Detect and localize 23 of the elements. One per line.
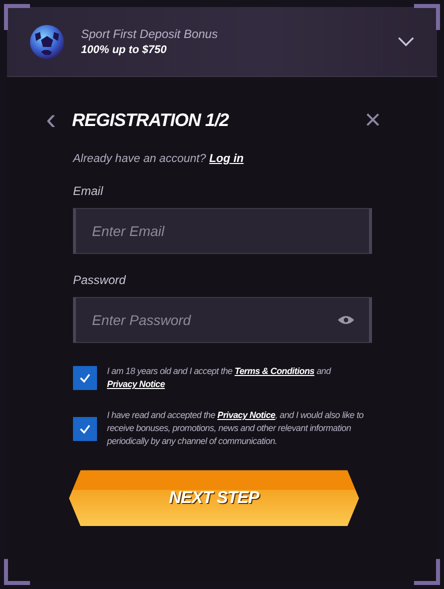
consent-link[interactable]: Privacy Notice: [107, 379, 165, 390]
field-label: Email: [73, 184, 104, 198]
back-button[interactable]: ‹: [37, 105, 65, 135]
consent-link[interactable]: Terms & Conditions: [234, 366, 314, 376]
checkbox[interactable]: [73, 366, 97, 390]
password-field[interactable]: Enter Password: [73, 297, 372, 343]
login-link[interactable]: Log in: [209, 153, 244, 165]
dialog-title: REGISTRATION 1/2: [72, 110, 230, 130]
consent-link[interactable]: Privacy Notice: [217, 410, 276, 420]
email-field[interactable]: Enter Email: [73, 208, 372, 254]
eye-icon[interactable]: [337, 314, 355, 326]
close-button[interactable]: ×: [364, 105, 381, 135]
login-prompt: Already have an account?: [73, 153, 206, 165]
bonus-amount: 100% up to $750: [81, 44, 168, 56]
consent-text: I am 18 years old and I accept the Terms & Conditions and Privacy Notice: [107, 365, 332, 392]
consent-text: I have read and accepted the Privacy Notice, and I would also like to receive bonuses, promotions, news and other relevant information periodically by any channel of communication.: [107, 409, 364, 448]
bonus-title: Sport First Deposit Bonus: [81, 27, 219, 41]
field-label: Password: [73, 273, 127, 287]
checkbox[interactable]: [73, 416, 97, 441]
ball-icon: [29, 24, 65, 60]
bonus-banner[interactable]: Sport First Deposit Bonus 100% up to $750: [7, 7, 437, 77]
check-icon: [78, 371, 92, 386]
chevron-icon[interactable]: [397, 36, 415, 47]
